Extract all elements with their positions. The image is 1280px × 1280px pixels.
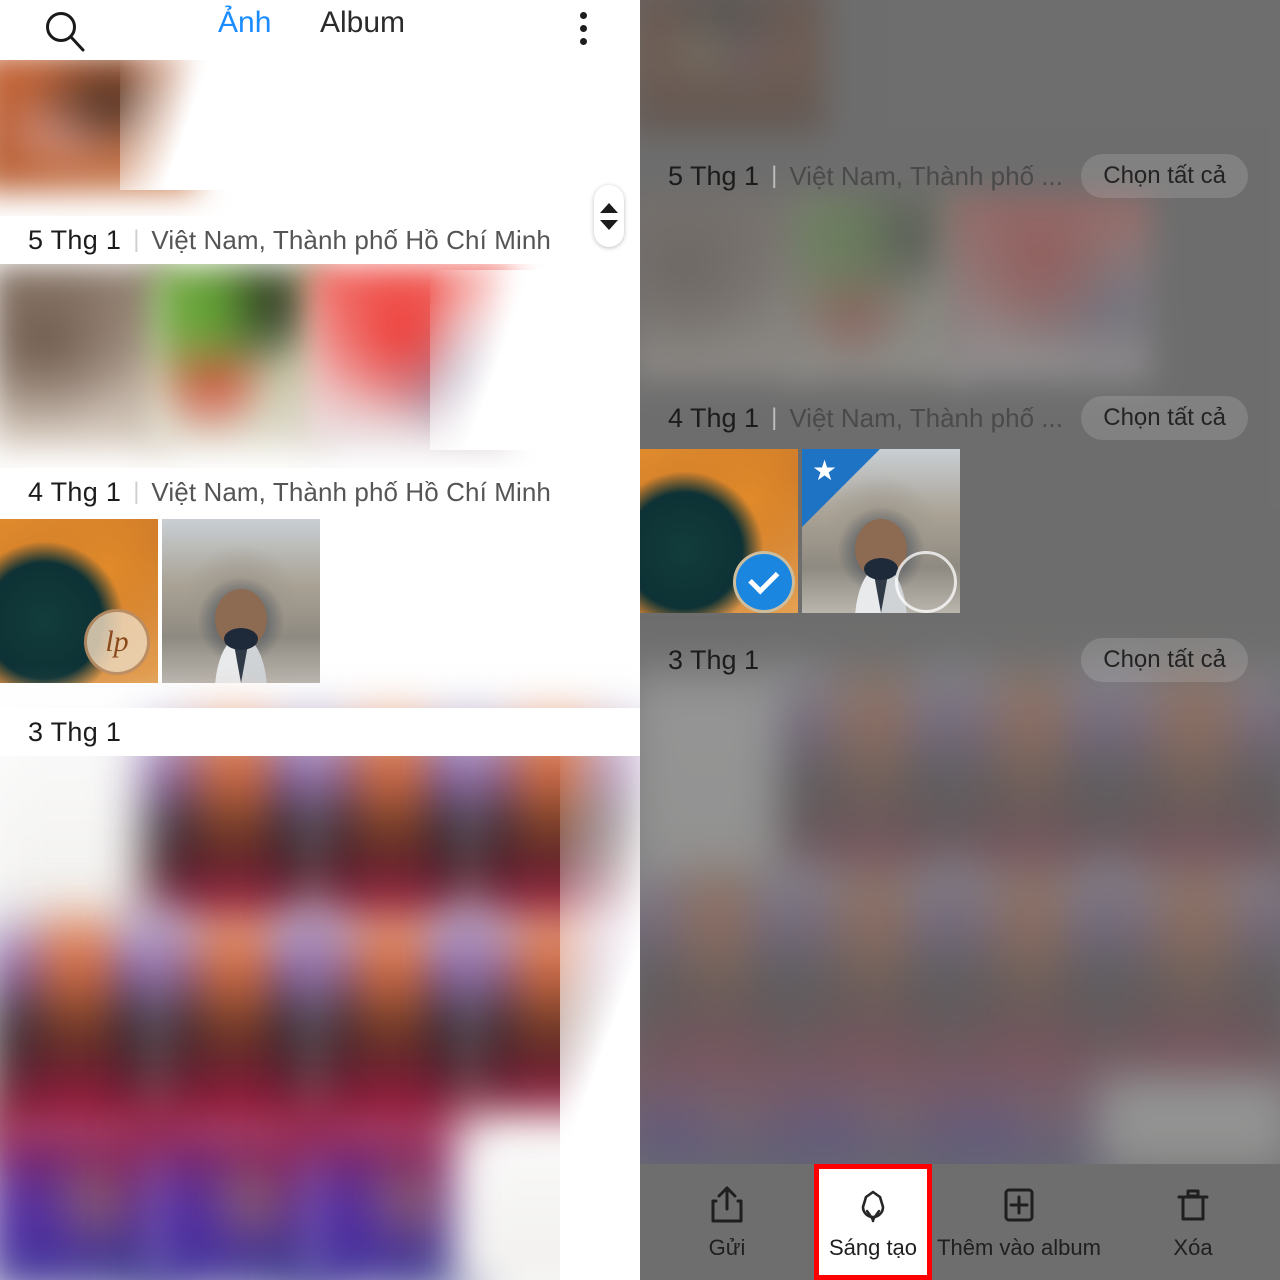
trash-icon [1171,1183,1215,1227]
date-separator: | [133,478,140,505]
location-label: Việt Nam, Thành phố ... [789,402,1063,433]
date-separator: | [771,162,778,189]
triangle-up-icon [600,202,618,213]
share-button[interactable]: Gửi [640,1164,814,1280]
photo-thumbnail[interactable] [1095,1076,1280,1172]
date-label: 5 Thg 1 [28,224,122,255]
date-label: 3 Thg 1 [28,716,122,747]
delete-button[interactable]: Xóa [1106,1164,1280,1280]
create-button[interactable]: Sáng tạo [814,1164,932,1280]
photo-thumbnail[interactable] [143,1115,326,1280]
gallery-header: Ảnh Album [0,0,640,60]
screenshot-root: Ảnh Album 5 Thg 1 | Việt Nam, Thành phố … [0,0,1280,1280]
photo-thumbnail[interactable] [162,519,320,683]
photo-thumbnail[interactable] [783,869,966,1100]
tab-albums[interactable]: Album [320,6,405,40]
right-panel-selection-mode: 5 Thg 1 | Việt Nam, Thành phố ... Chọn t… [640,0,1280,1280]
date-separator: | [771,404,778,431]
share-icon [705,1183,749,1227]
date-label: 5 Thg 1 [668,160,760,191]
photo-thumbnail[interactable] [150,265,328,450]
photo-fade-mask [430,270,550,450]
circle-outline-icon[interactable] [895,551,957,613]
add-to-album-label: Thêm vào album [937,1235,1101,1260]
location-label: Việt Nam, Thành phố ... [789,160,1063,191]
photo-thumbnail[interactable] [783,1076,966,1172]
check-icon[interactable] [733,551,795,613]
add-to-album-icon [997,1183,1041,1227]
location-label: Việt Nam, Thành phố Hồ Chí Minh [151,224,551,255]
photo-person-illustration [215,589,267,683]
photo-thumbnail[interactable] [790,195,968,380]
photo-thumbnail[interactable] [949,195,1151,380]
triangle-down-icon [600,219,618,230]
date-section-header: 5 Thg 1 | Việt Nam, Thành phố ... Chọn t… [640,152,1280,200]
photo-thumbnail[interactable] [1095,869,1280,1100]
photo-thumbnail[interactable] [143,914,326,1145]
select-all-button[interactable]: Chọn tất cả [1081,396,1248,440]
fast-scroll-handle[interactable] [594,185,624,247]
photo-thumbnail[interactable] [783,672,966,903]
date-label: 4 Thg 1 [668,402,760,433]
date-section-header: 4 Thg 1 | Việt Nam, Thành phố ... Chọn t… [640,394,1280,442]
photo-thumbnail[interactable]: lp [0,519,158,683]
left-panel-gallery: Ảnh Album 5 Thg 1 | Việt Nam, Thành phố … [0,0,640,1280]
more-vertical-icon[interactable] [570,12,596,52]
select-all-button[interactable]: Chọn tất cả [1081,154,1248,198]
photo-thumbnail[interactable] [640,0,826,134]
photo-thumbnail[interactable] [0,265,168,450]
location-label: Việt Nam, Thành phố Hồ Chí Minh [151,476,551,507]
date-section-header: 5 Thg 1 | Việt Nam, Thành phố Hồ Chí Min… [0,216,640,264]
date-section-header: 3 Thg 1 [0,708,640,756]
flower-icon [851,1183,895,1227]
date-label: 3 Thg 1 [668,644,760,675]
select-all-button[interactable]: Chọn tất cả [1081,638,1248,682]
delete-label: Xóa [1173,1235,1213,1260]
share-label: Gửi [708,1235,746,1260]
photo-thumbnail[interactable] [640,195,808,380]
watermark-badge: lp [84,609,150,675]
star-icon: ★ [812,455,838,486]
date-section-header: 3 Thg 1 Chọn tất cả [640,636,1280,684]
date-label: 4 Thg 1 [28,476,122,507]
photo-fade-mask [560,730,640,1280]
create-label: Sáng tạo [828,1235,918,1260]
add-to-album-button[interactable]: Thêm vào album [932,1164,1106,1280]
date-separator: | [133,226,140,253]
date-section-header: 4 Thg 1 | Việt Nam, Thành phố Hồ Chí Min… [0,468,640,516]
photo-fade-mask [120,55,240,190]
photo-thumbnail[interactable] [1095,672,1280,903]
selection-action-toolbar: Gửi Sáng tạo Thêm vào album Xóa [640,1164,1280,1280]
tab-photos[interactable]: Ảnh [218,6,271,40]
search-icon[interactable] [42,8,88,54]
